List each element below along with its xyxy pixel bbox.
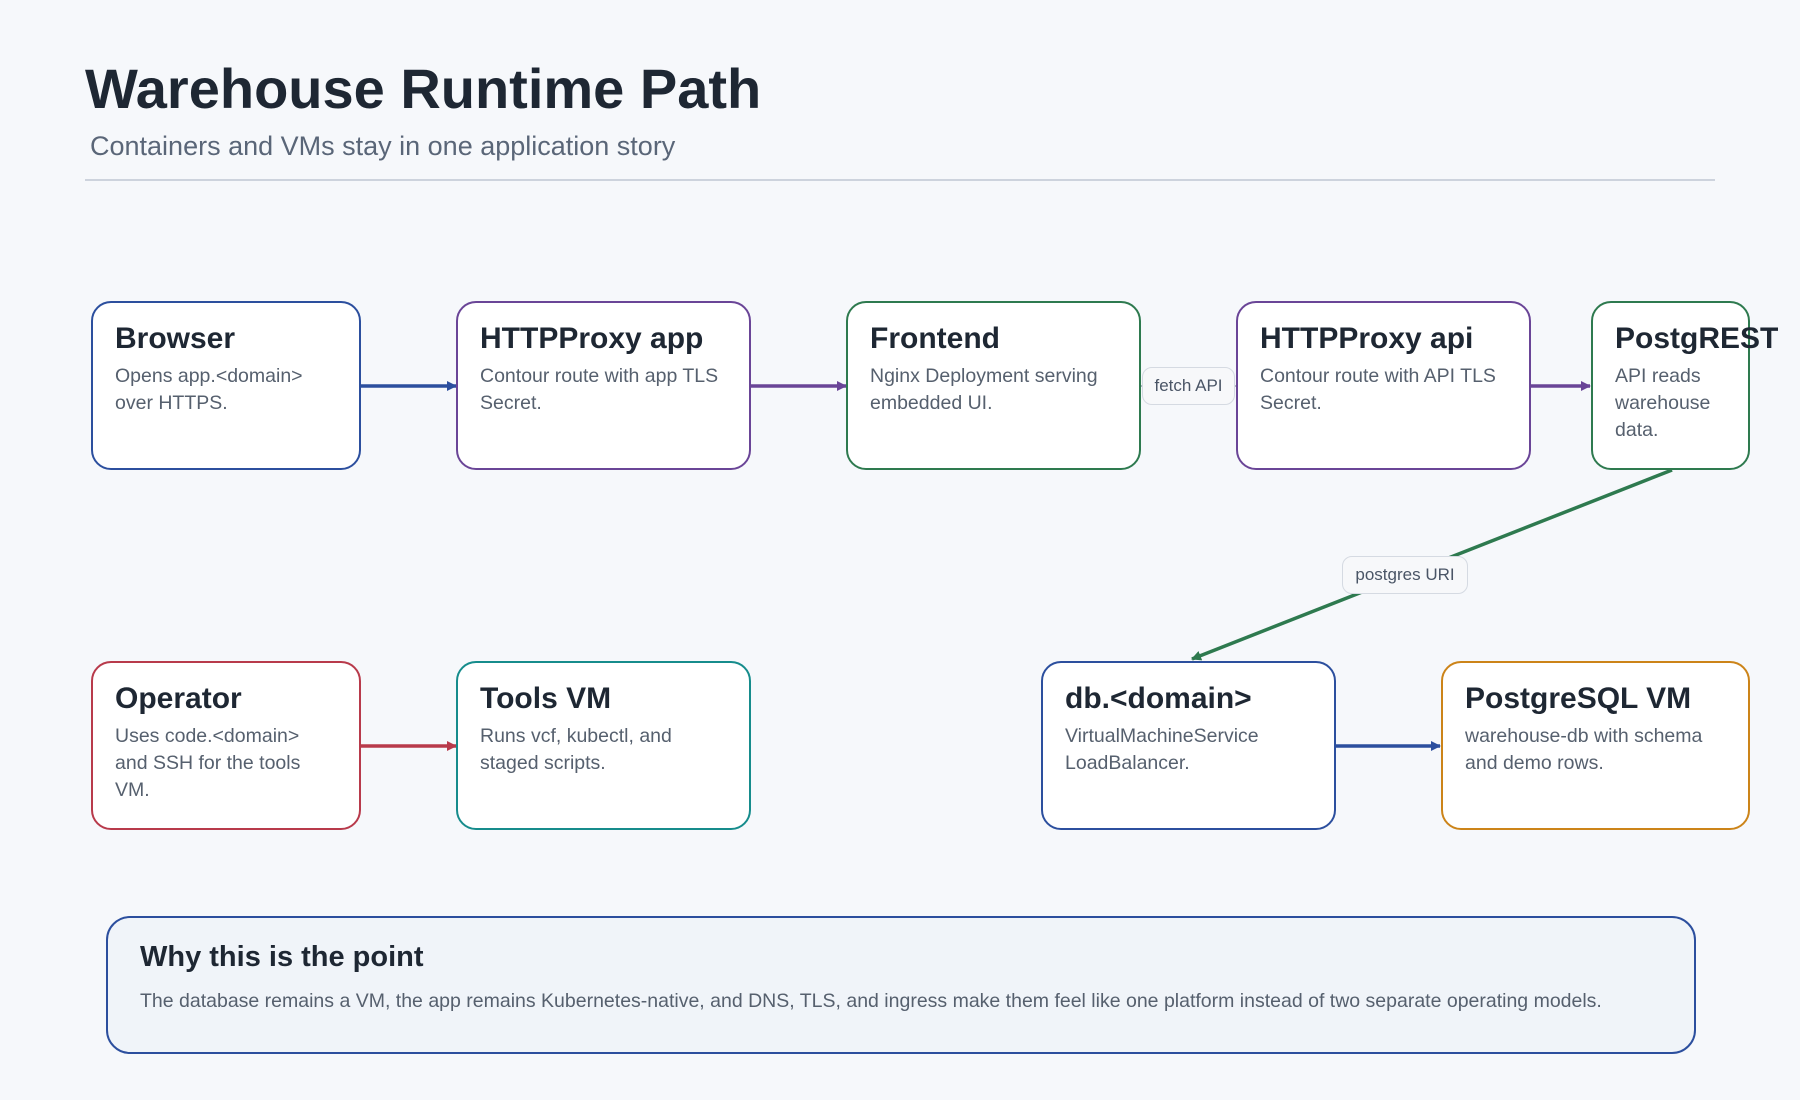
- diagram-canvas: Warehouse Runtime Path Containers and VM…: [0, 0, 1800, 1100]
- node-description: Runs vcf, kubectl, and staged scripts.: [480, 725, 672, 774]
- node-title: Operator: [115, 682, 242, 715]
- callout-text: The database remains a VM, the app remai…: [140, 990, 1602, 1012]
- node-description: API reads warehouse data.: [1615, 365, 1711, 441]
- node-title: Browser: [115, 322, 236, 355]
- node-frontend: Frontend Nginx Deployment serving embedd…: [846, 301, 1141, 470]
- node-description: Contour route with API TLS Secret.: [1260, 365, 1496, 414]
- node-browser: Browser Opens app.<domain> over HTTPS.: [91, 301, 361, 470]
- node-postgresql-vm: PostgreSQL VM warehouse-db with schema a…: [1441, 661, 1750, 830]
- node-description: VirtualMachineService LoadBalancer.: [1065, 725, 1259, 774]
- node-description: Contour route with app TLS Secret.: [480, 365, 719, 414]
- edge-label-fetch-api: fetch API: [1142, 367, 1235, 405]
- node-title: PostgREST: [1615, 322, 1779, 355]
- node-title: Tools VM: [480, 682, 612, 715]
- edge-label-postgres-uri: postgres URI: [1342, 556, 1468, 594]
- node-description: Uses code.<domain> and SSH for the tools…: [115, 725, 301, 801]
- node-httpproxy-api: HTTPProxy api Contour route with API TLS…: [1236, 301, 1531, 470]
- node-operator: Operator Uses code.<domain> and SSH for …: [91, 661, 361, 830]
- node-tools-vm: Tools VM Runs vcf, kubectl, and staged s…: [456, 661, 751, 830]
- node-title: PostgreSQL VM: [1465, 682, 1692, 715]
- node-title: Frontend: [870, 322, 1000, 355]
- node-title: HTTPProxy api: [1260, 322, 1474, 355]
- node-title: HTTPProxy app: [480, 322, 704, 355]
- callout-title: Why this is the point: [140, 941, 424, 973]
- node-description: warehouse-db with schema and demo rows.: [1465, 725, 1703, 774]
- node-httpproxy-app: HTTPProxy app Contour route with app TLS…: [456, 301, 751, 470]
- node-title: db.<domain>: [1065, 682, 1252, 715]
- callout-box: Why this is the point The database remai…: [106, 916, 1696, 1054]
- node-postgrest: PostgREST API reads warehouse data.: [1591, 301, 1779, 470]
- node-db-domain: db.<domain> VirtualMachineService LoadBa…: [1041, 661, 1336, 830]
- node-description: Opens app.<domain> over HTTPS.: [115, 365, 303, 414]
- node-description: Nginx Deployment serving embedded UI.: [870, 365, 1098, 414]
